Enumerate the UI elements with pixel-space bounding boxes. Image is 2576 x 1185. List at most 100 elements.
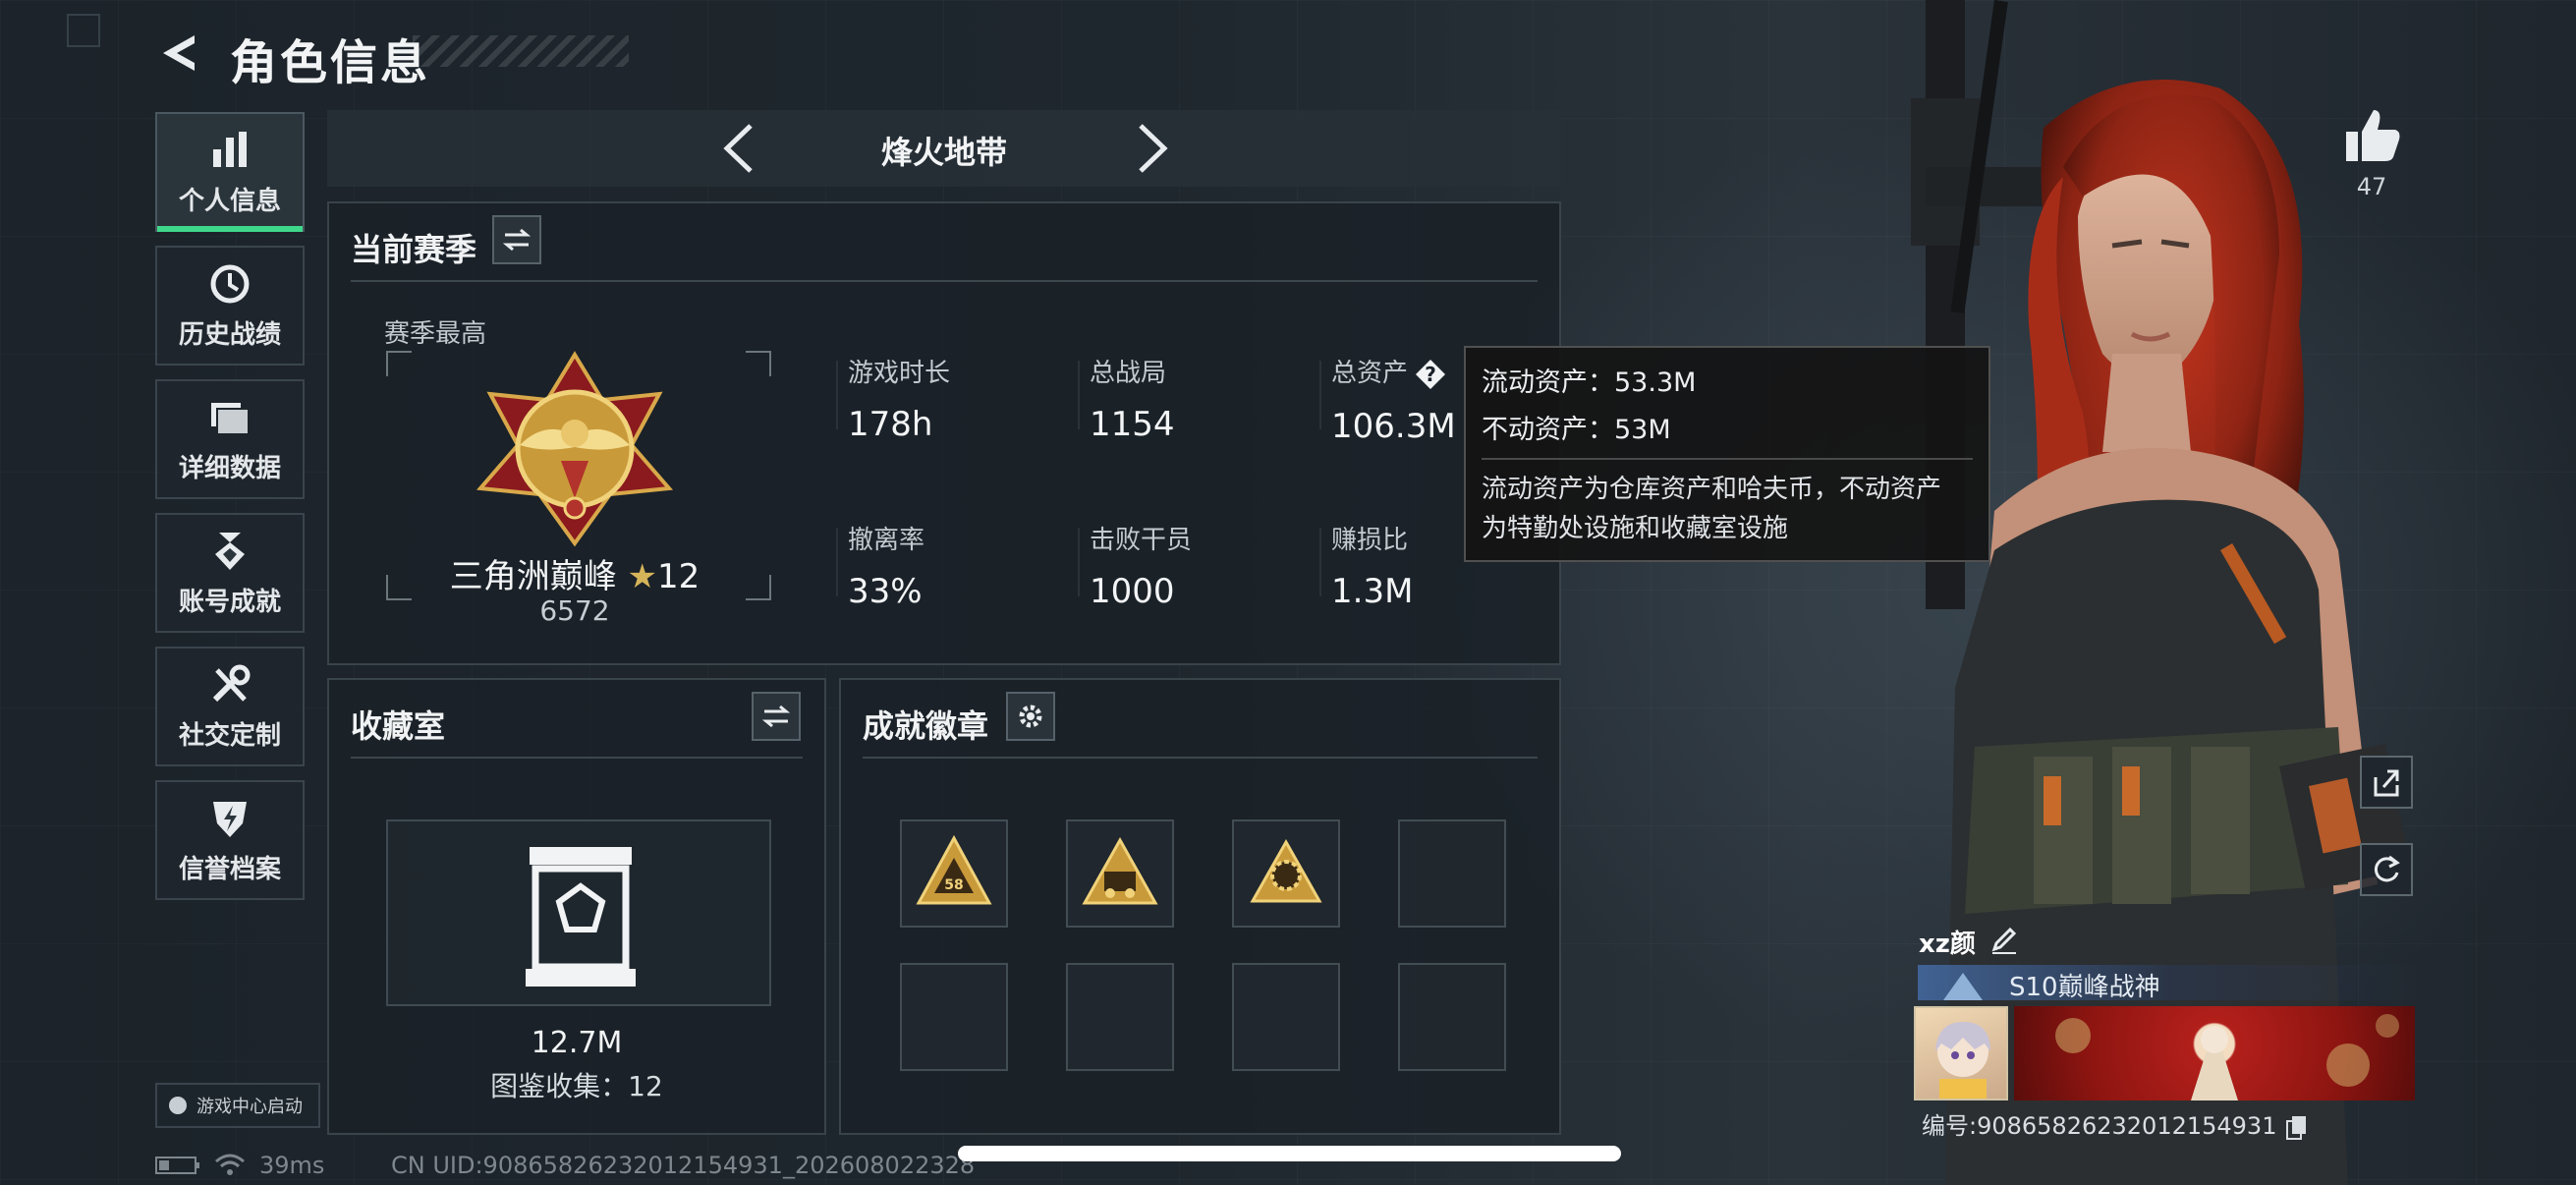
- stat-divider: [836, 528, 838, 596]
- back-arrow-icon[interactable]: [155, 29, 202, 77]
- display-case-icon: [526, 847, 636, 987]
- achievement-badges-panel: 成就徽章 58: [839, 678, 1561, 1135]
- stat-label: 游戏时长: [848, 359, 951, 388]
- stat-divider: [1078, 528, 1080, 596]
- badge-slot[interactable]: 58: [900, 819, 1008, 928]
- battery-icon: [155, 1157, 199, 1174]
- stat-total-matches: 总战局 1154: [1090, 353, 1175, 444]
- season-switch-button[interactable]: [492, 215, 541, 264]
- stat-label: 撤离率: [848, 526, 925, 555]
- share-button[interactable]: [2360, 756, 2413, 809]
- tooltip-fixed-assets: 不动资产：53M: [1482, 415, 1671, 445]
- player-uid-text: 编号:90865826232012154931: [1922, 1112, 2277, 1140]
- corner-decoration: [67, 14, 100, 47]
- refresh-button[interactable]: [2360, 843, 2413, 896]
- stat-play-time: 游戏时长 178h: [848, 353, 950, 444]
- avatar[interactable]: [1914, 1006, 2008, 1100]
- banner-art: [2055, 1014, 2399, 1100]
- stat-total-assets: 总资产? 106.3M: [1331, 353, 1456, 446]
- tooltip-liquid-assets: 流动资产：53.3M: [1482, 367, 1697, 398]
- sidebar-item-detailed-data[interactable]: 详细数据: [155, 379, 305, 499]
- current-season-panel: 当前赛季 赛季最高 三角洲巅峰 ★12 6572 游戏时长 178h 总战局 1…: [327, 201, 1561, 665]
- sidebar-item-history[interactable]: 历史战绩: [155, 246, 305, 366]
- badges-settings-button[interactable]: [1006, 692, 1055, 741]
- badge-vehicle-icon: [1082, 836, 1158, 905]
- panel-divider: [351, 280, 1538, 282]
- tools-icon: [212, 664, 251, 702]
- badge-58-icon: 58: [916, 834, 992, 905]
- sidebar-item-personal-info[interactable]: 个人信息: [155, 112, 305, 232]
- player-uid: 编号:90865826232012154931: [1922, 1106, 2310, 1141]
- chevron-right-icon[interactable]: [1123, 122, 1176, 175]
- sidebar-item-label: 个人信息: [178, 186, 281, 216]
- stat-label: 击败干员: [1090, 526, 1193, 555]
- season-panel-title: 当前赛季: [351, 231, 477, 268]
- tooltip-description-line1: 流动资产为仓库资产和哈夫币，不动资产: [1482, 475, 1942, 504]
- badge-gear-icon: [1250, 838, 1322, 903]
- bar-chart-icon: [213, 131, 247, 167]
- cn-uid-footer: CN UID:90865826232012154931_202608022328: [391, 1152, 976, 1179]
- copy-icon[interactable]: [2284, 1114, 2310, 1140]
- badge-slot-empty[interactable]: [1398, 819, 1506, 928]
- stat-label: 总战局: [1090, 359, 1167, 388]
- sidebar-item-label: 账号成就: [178, 587, 281, 617]
- rank-score: 6572: [539, 594, 610, 627]
- stat-label: 赚损比: [1331, 526, 1409, 555]
- collection-room-panel: 收藏室 12.7M 图鉴收集：12: [327, 678, 826, 1135]
- player-name: xz颜: [1919, 930, 1976, 959]
- ping-value: 39ms: [259, 1152, 325, 1179]
- badges-panel-title: 成就徽章: [863, 707, 989, 745]
- history-icon: [210, 264, 250, 303]
- edit-pencil-icon[interactable]: [1988, 924, 2020, 955]
- rank-stars: 12: [657, 557, 700, 596]
- collection-switch-button[interactable]: [752, 692, 801, 741]
- badge-slot-empty[interactable]: [1232, 963, 1340, 1071]
- stat-label: 总资产?: [1331, 353, 1456, 391]
- collection-value: 12.7M: [531, 1026, 623, 1060]
- help-icon[interactable]: ?: [1414, 358, 1447, 391]
- sidebar-item-achievements[interactable]: 账号成就: [155, 513, 305, 633]
- svg-text:?: ?: [1425, 363, 1436, 386]
- rank-name-text: 三角洲巅峰: [449, 557, 617, 596]
- stat-value: 178h: [848, 405, 933, 444]
- badge-slot[interactable]: [1066, 819, 1174, 928]
- title-stripes-decoration: [413, 35, 629, 67]
- tooltip-description-line2: 为特勤处设施和收藏室设施: [1482, 514, 1789, 543]
- badge-slot-empty[interactable]: [900, 963, 1008, 1071]
- medal-icon: [215, 532, 245, 570]
- stat-divider: [1319, 361, 1321, 429]
- svg-text:58: 58: [944, 877, 963, 893]
- season-best-label: 赛季最高: [384, 319, 487, 349]
- gear-icon: [1019, 705, 1042, 728]
- share-icon: [2374, 769, 2399, 797]
- status-bar: 39ms: [155, 1152, 324, 1179]
- avatar-image: [1935, 1022, 1990, 1099]
- tooltip-divider: [1482, 458, 1973, 460]
- game-center-launch-tag[interactable]: 游戏中心启动: [155, 1083, 320, 1128]
- collection-preview-card[interactable]: [386, 819, 771, 1006]
- refresh-icon: [2374, 855, 2400, 882]
- stat-value: 33%: [848, 572, 923, 611]
- badge-slot[interactable]: [1232, 819, 1340, 928]
- mode-title: 烽火地带: [880, 134, 1007, 171]
- wifi-icon: [215, 1154, 245, 1175]
- thumbs-up-icon[interactable]: [2340, 104, 2405, 169]
- sidebar-item-label: 信誉档案: [178, 854, 281, 884]
- like-count: 47: [2356, 173, 2387, 200]
- sidebar-item-social-custom[interactable]: 社交定制: [155, 647, 305, 766]
- stat-value: 1154: [1090, 405, 1175, 444]
- stat-value: 1000: [1090, 572, 1175, 611]
- collection-panel-title: 收藏室: [351, 707, 446, 745]
- game-center-icon: [169, 1097, 187, 1114]
- panel-divider: [351, 757, 803, 759]
- launch-label: 游戏中心启动: [196, 1097, 303, 1117]
- sidebar-item-reputation[interactable]: 信誉档案: [155, 780, 305, 900]
- badge-slot-empty[interactable]: [1398, 963, 1506, 1071]
- stat-value: 1.3M: [1331, 572, 1414, 611]
- home-indicator[interactable]: [958, 1146, 1621, 1161]
- stat-extraction-rate: 撤离率 33%: [848, 520, 924, 611]
- page-title: 角色信息: [230, 35, 431, 90]
- player-title: S10巅峰战神: [2009, 973, 2160, 1002]
- mode-selector: 烽火地带: [327, 110, 1561, 187]
- badge-slot-empty[interactable]: [1066, 963, 1174, 1071]
